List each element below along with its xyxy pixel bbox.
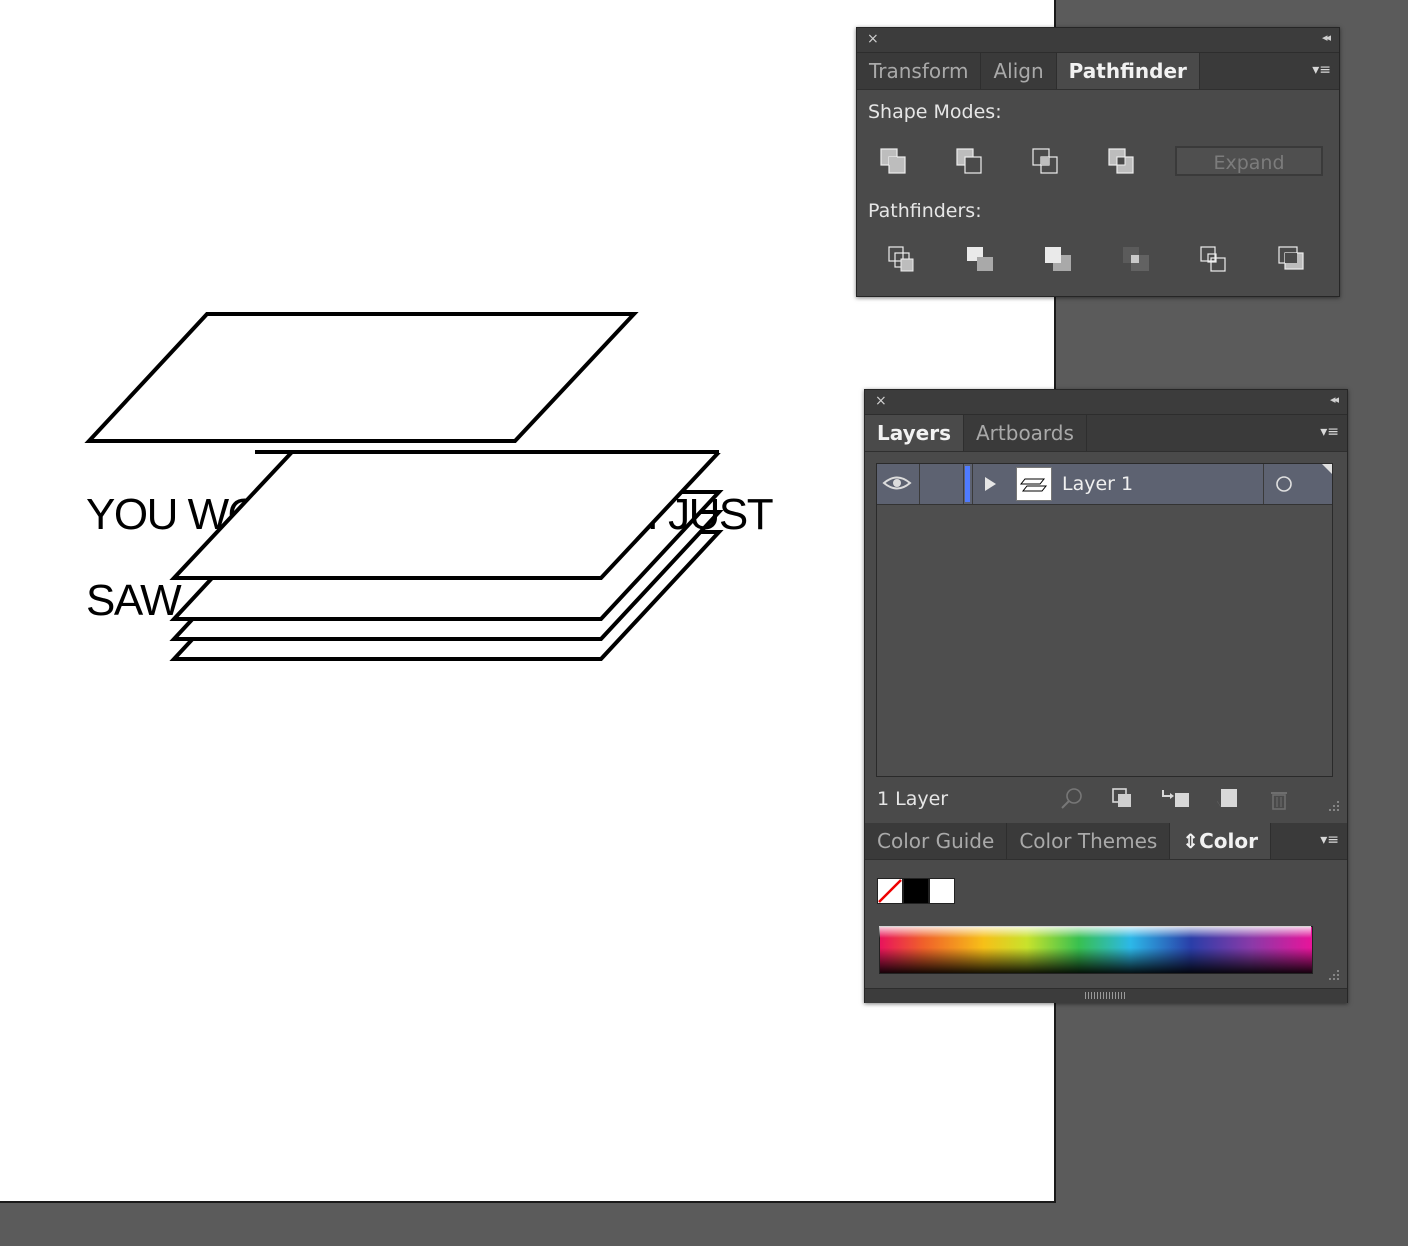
locate-object-icon[interactable] (1059, 786, 1085, 812)
tab-pathfinder[interactable]: Pathfinder (1056, 53, 1200, 89)
tab-color-label: Color (1199, 829, 1258, 853)
swap-arrows-icon: ⇕ (1182, 829, 1200, 853)
collapse-icon[interactable]: ◂◂ (1322, 31, 1331, 44)
minus-back-icon[interactable] (1277, 244, 1307, 274)
panel-menu-icon[interactable]: ▾≡ (1312, 61, 1331, 79)
panel-menu-icon[interactable]: ▾≡ (1320, 831, 1339, 849)
resize-grip-icon[interactable] (1324, 796, 1340, 812)
exclude-icon[interactable] (1107, 146, 1137, 176)
create-sublayer-icon[interactable] (1159, 787, 1191, 811)
delete-icon[interactable] (1268, 787, 1290, 811)
resize-grip-icon[interactable] (1324, 965, 1340, 981)
divider (1263, 464, 1264, 504)
selection-corner-icon (1322, 464, 1332, 474)
grip-lines (1085, 992, 1125, 999)
panel-menu-icon[interactable]: ▾≡ (1320, 423, 1339, 441)
expand-button[interactable]: Expand (1175, 146, 1323, 176)
artwork-front-canvas (169, 448, 755, 580)
target-circle-icon[interactable] (1274, 474, 1294, 494)
make-clipping-mask-icon[interactable] (1111, 787, 1135, 811)
new-layer-icon[interactable] (1215, 787, 1239, 811)
artboard[interactable]: YOU WON'T BELIEVE WHAT I JUST SAW (0, 0, 1056, 1203)
collapse-icon[interactable]: ◂◂ (1330, 393, 1339, 406)
stack-plane-1[interactable] (169, 450, 724, 580)
tab-color[interactable]: ⇕Color (1170, 823, 1271, 859)
outline-icon[interactable] (1199, 244, 1229, 274)
crop-icon[interactable] (1121, 244, 1151, 274)
layer-name[interactable]: Layer 1 (1062, 473, 1133, 495)
